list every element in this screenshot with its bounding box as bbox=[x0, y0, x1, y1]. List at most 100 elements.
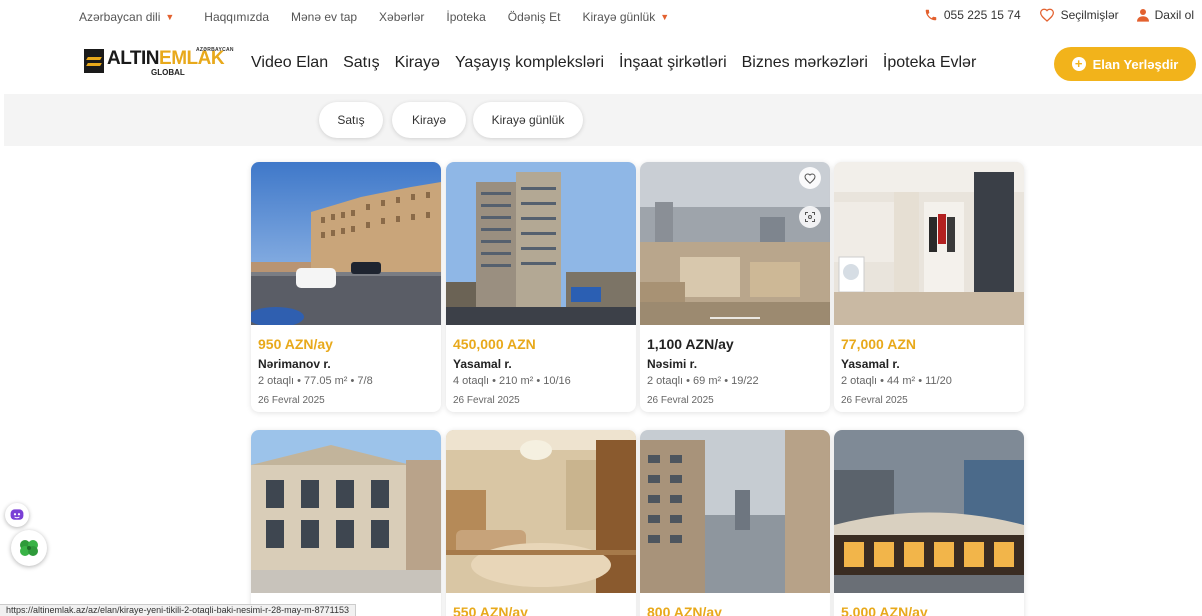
listing-price: 550 AZN/ay bbox=[453, 603, 629, 616]
listing-location: Nərimanov r. bbox=[258, 357, 331, 371]
listing-location: Yasamal r. bbox=[453, 357, 512, 371]
listing-card[interactable]: 1,100 AZN/ay Nəsimi r. 2 otaqlı • 69 m² … bbox=[640, 162, 830, 412]
nav-construction-companies[interactable]: İnşaat şirkətləri bbox=[619, 54, 727, 72]
top-link-news[interactable]: Xəbərlər bbox=[379, 10, 424, 24]
login-label: Daxil ol bbox=[1154, 8, 1194, 22]
listing-photo[interactable] bbox=[251, 430, 441, 593]
language-label: Azərbaycan dili bbox=[79, 10, 161, 24]
listing-body: 77,000 AZN Yasamal r. 2 otaqlı • 44 m² •… bbox=[834, 325, 1024, 406]
photo-slider-indicator bbox=[710, 317, 760, 319]
listing-price: 450,000 AZN bbox=[453, 335, 629, 353]
listing-specs: 2 otaqlı • 44 m² • 11/20 bbox=[841, 375, 952, 387]
price-amount: 450,000 bbox=[453, 336, 504, 352]
listing-photo-image bbox=[640, 430, 830, 593]
nav-mortgage-homes[interactable]: İpoteka Evlər bbox=[883, 54, 976, 72]
site-logo[interactable]: ALTINEMLAK GLOBAL AZƏRBAYCAN bbox=[84, 47, 234, 77]
top-bar-right: 055 225 15 74 Seçilmişlər Daxil ol bbox=[906, 8, 1194, 22]
top-link-about[interactable]: Haqqımızda bbox=[204, 10, 269, 24]
price-amount: 1,100 bbox=[647, 336, 683, 352]
price-amount: 5,000 bbox=[841, 604, 877, 616]
listing-body bbox=[251, 593, 441, 603]
listing-photo[interactable] bbox=[834, 162, 1024, 325]
listing-card[interactable] bbox=[251, 430, 441, 616]
logo-top: AZƏRBAYCAN bbox=[196, 47, 234, 53]
favorite-button[interactable] bbox=[799, 167, 821, 189]
price-unit: AZN bbox=[506, 336, 536, 352]
top-bar-left: Azərbaycan dili ▼ Haqqımızda Mənə ev tap… bbox=[79, 10, 691, 24]
nav-satis[interactable]: Satış bbox=[343, 54, 379, 72]
listing-photo-image bbox=[640, 162, 830, 325]
top-link-daily-rent[interactable]: Kirayə günlük ▼ bbox=[582, 10, 669, 24]
price-unit: AZN/ay bbox=[479, 604, 528, 616]
chat-widget-button[interactable] bbox=[5, 503, 29, 527]
price-unit: AZN/ay bbox=[685, 336, 734, 352]
listing-photo-image bbox=[251, 162, 441, 325]
favorites-link[interactable]: Seçilmişlər bbox=[1039, 8, 1119, 22]
listing-location: Yasamal r. bbox=[841, 357, 900, 371]
phone-number: 055 225 15 74 bbox=[943, 8, 1021, 22]
user-icon bbox=[1136, 9, 1149, 22]
listing-photo[interactable] bbox=[834, 430, 1024, 593]
daily-rent-label: Kirayə günlük bbox=[582, 10, 656, 24]
favorites-label: Seçilmişlər bbox=[1060, 8, 1119, 22]
listing-date: 26 Fevral 2025 bbox=[258, 395, 325, 406]
listing-specs: 2 otaqlı • 69 m² • 19/22 bbox=[647, 375, 759, 387]
top-link-payment[interactable]: Ödəniş Et bbox=[508, 10, 561, 24]
listing-photo-image bbox=[834, 430, 1024, 593]
nav-kiraye[interactable]: Kirayə bbox=[395, 54, 440, 72]
nav-business-centers[interactable]: Biznes mərkəzləri bbox=[742, 54, 868, 72]
virtual-tour-button[interactable] bbox=[799, 206, 821, 228]
listing-price: 1,100 AZN/ay bbox=[647, 335, 823, 353]
listing-card[interactable]: 800 AZN/ay bbox=[640, 430, 830, 616]
listing-card[interactable]: 550 AZN/ay bbox=[446, 430, 636, 616]
price-amount: 77,000 bbox=[841, 336, 884, 352]
listing-card[interactable]: 77,000 AZN Yasamal r. 2 otaqlı • 44 m² •… bbox=[834, 162, 1024, 412]
phone-icon bbox=[925, 9, 937, 21]
logo-main-a: ALTIN bbox=[107, 48, 160, 69]
listing-photo[interactable] bbox=[640, 162, 830, 325]
top-link-find-home[interactable]: Mənə ev tap bbox=[291, 10, 357, 24]
chevron-down-icon: ▼ bbox=[660, 12, 670, 22]
filter-chip-daily-rent[interactable]: Kirayə günlük bbox=[473, 102, 583, 138]
listing-date: 26 Fevral 2025 bbox=[841, 395, 908, 406]
filter-chip-sale[interactable]: Satış bbox=[319, 102, 383, 138]
listing-card[interactable]: 950 AZN/ay Nərimanov r. 2 otaqlı • 77.05… bbox=[251, 162, 441, 412]
filter-bar: Satış Kirayə Kirayə günlük bbox=[4, 94, 1202, 146]
listing-price: 800 AZN/ay bbox=[647, 603, 823, 616]
main-header: ALTINEMLAK GLOBAL AZƏRBAYCAN Video Elan … bbox=[0, 36, 1202, 94]
nav-residential-complexes[interactable]: Yaşayış kompleksləri bbox=[455, 54, 604, 72]
post-listing-button[interactable]: + Elan Yerləşdir bbox=[1054, 47, 1196, 81]
listing-card[interactable]: 450,000 AZN Yasamal r. 4 otaqlı • 210 m²… bbox=[446, 162, 636, 412]
nav-video-elan[interactable]: Video Elan bbox=[251, 54, 328, 72]
top-bar: Azərbaycan dili ▼ Haqqımızda Mənə ev tap… bbox=[0, 0, 1202, 34]
listing-photo-image bbox=[446, 430, 636, 593]
language-selector[interactable]: Azərbaycan dili ▼ bbox=[79, 10, 174, 24]
listing-price: 5,000 AZN/ay bbox=[841, 603, 1017, 616]
top-link-mortgage[interactable]: İpoteka bbox=[446, 10, 485, 24]
listing-price: 77,000 AZN bbox=[841, 335, 1017, 353]
listing-photo[interactable] bbox=[640, 430, 830, 593]
support-widget-button[interactable] bbox=[11, 530, 47, 566]
listing-photo-image bbox=[834, 162, 1024, 325]
listing-specs: 2 otaqlı • 77.05 m² • 7/8 bbox=[258, 375, 373, 387]
main-nav: Video Elan Satış Kirayə Yaşayış kompleks… bbox=[251, 54, 991, 72]
listing-location: Nəsimi r. bbox=[647, 357, 698, 371]
listing-date: 26 Fevral 2025 bbox=[647, 395, 714, 406]
listing-photo[interactable] bbox=[251, 162, 441, 325]
listing-photo[interactable] bbox=[446, 430, 636, 593]
listing-body: 1,100 AZN/ay Nəsimi r. 2 otaqlı • 69 m² … bbox=[640, 325, 830, 406]
listing-photo-image bbox=[446, 162, 636, 325]
listing-card[interactable]: 5,000 AZN/ay bbox=[834, 430, 1024, 616]
clover-icon bbox=[20, 540, 38, 556]
filter-chip-rent[interactable]: Kirayə bbox=[392, 102, 466, 138]
listing-body: 450,000 AZN Yasamal r. 4 otaqlı • 210 m²… bbox=[446, 325, 636, 406]
price-unit: AZN/ay bbox=[879, 604, 928, 616]
logo-text: ALTINEMLAK GLOBAL bbox=[107, 48, 225, 77]
heart-icon bbox=[1039, 8, 1054, 22]
listing-body: 550 AZN/ay bbox=[446, 593, 636, 616]
listing-specs: 4 otaqlı • 210 m² • 10/16 bbox=[453, 375, 571, 387]
listing-photo[interactable] bbox=[446, 162, 636, 325]
phone-link[interactable]: 055 225 15 74 bbox=[924, 8, 1021, 22]
login-link[interactable]: Daxil ol bbox=[1136, 8, 1194, 22]
listing-photo-image bbox=[251, 430, 441, 593]
